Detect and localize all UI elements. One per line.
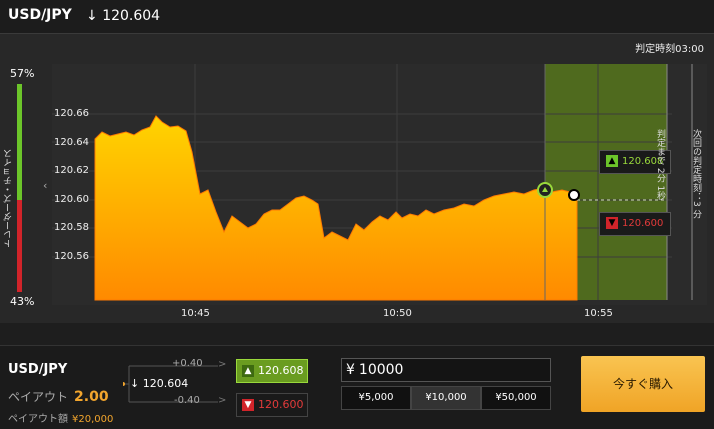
payout-amount: ペイアウト額 ¥20,000 xyxy=(8,410,113,425)
down-arrow-icon: ↓ xyxy=(86,8,98,24)
payout: ペイアウト 2.00 xyxy=(8,388,109,405)
high-rate: 120.608 xyxy=(258,364,304,377)
plus-offset: +0.40 xyxy=(172,358,203,369)
current-price-dot xyxy=(568,189,580,201)
price-value: 120.604 xyxy=(102,8,161,24)
y-tick: 120.66 xyxy=(54,108,89,119)
trader-choice-label: トレーダーズ・チョイス xyxy=(4,149,14,248)
arrow-up-icon: ▲ xyxy=(606,155,618,167)
payout-label: ペイアウト xyxy=(8,390,69,404)
down-rate-value: 120.600 xyxy=(622,218,664,229)
low-button[interactable]: ▼ 120.600 xyxy=(236,393,308,417)
down-arrow-icon: ↓ xyxy=(130,377,140,390)
price-chart xyxy=(52,64,707,305)
down-rate-tag: ▼ 120.600 xyxy=(599,212,671,236)
chevron-right-icon: > xyxy=(218,395,227,406)
down-percentage: 43% xyxy=(10,295,35,308)
amount-presets: ¥5,000 ¥10,000 ¥50,000 xyxy=(341,386,551,410)
title-bar: USD/JPY ↓ 120.604 xyxy=(0,0,714,34)
chevron-left-icon[interactable]: ‹ xyxy=(43,179,47,192)
arrow-up-icon: ▲ xyxy=(242,365,254,377)
preset-50000-button[interactable]: ¥50,000 xyxy=(481,386,551,410)
yen-symbol: ¥ xyxy=(346,362,355,378)
buy-now-button[interactable]: 今すぐ購入 xyxy=(581,356,705,412)
time-remaining-label: 判定まで 2分 1秒 xyxy=(655,129,665,201)
y-tick: 120.56 xyxy=(54,251,89,262)
arrow-down-icon: ▼ xyxy=(606,217,618,229)
y-tick: 120.60 xyxy=(54,194,89,205)
trade-pair: USD/JPY xyxy=(8,362,68,377)
chevron-right-icon: > xyxy=(218,359,227,370)
minus-offset: -0.40 xyxy=(174,395,200,406)
up-bar xyxy=(17,84,22,200)
payout-amount-label: ペイアウト額 xyxy=(8,414,68,425)
x-tick: 10:50 xyxy=(383,308,412,319)
x-tick: 10:45 xyxy=(181,308,210,319)
entry-marker xyxy=(537,182,553,198)
high-button[interactable]: ▲ 120.608 xyxy=(236,359,308,383)
trade-price: ↓ 120.604 xyxy=(130,377,188,390)
chart-panel: 判定時刻03:00 57% トレーダーズ・チョイス 43% ‹ 120.66 1… xyxy=(0,34,714,323)
preset-5000-button[interactable]: ¥5,000 xyxy=(341,386,411,410)
down-bar xyxy=(17,200,22,292)
judge-time: 判定時刻03:00 xyxy=(635,44,704,55)
next-judge-label: 次回の判定時刻：3 分 xyxy=(691,129,701,219)
y-tick: 120.62 xyxy=(54,165,89,176)
trade-panel: USD/JPY ペイアウト 2.00 ペイアウト額 ¥20,000 ↓ 120.60… xyxy=(0,345,714,429)
amount-input[interactable] xyxy=(358,362,519,378)
trade-price-value: 120.604 xyxy=(142,377,189,390)
payout-amount-value: ¥20,000 xyxy=(72,414,114,425)
y-tick: 120.64 xyxy=(54,137,89,148)
current-price: ↓ 120.604 xyxy=(86,8,160,24)
pair-title: USD/JPY xyxy=(8,7,72,23)
trader-choice-meter: 57% トレーダーズ・チョイス 43% xyxy=(0,34,42,323)
payout-value: 2.00 xyxy=(74,389,109,405)
up-percentage: 57% xyxy=(10,67,35,80)
arrow-down-icon: ▼ xyxy=(242,399,254,411)
preset-10000-button[interactable]: ¥10,000 xyxy=(411,386,481,410)
amount-field[interactable]: ¥ xyxy=(341,358,551,382)
y-tick: 120.58 xyxy=(54,222,89,233)
x-tick: 10:55 xyxy=(584,308,613,319)
low-rate: 120.600 xyxy=(258,398,304,411)
